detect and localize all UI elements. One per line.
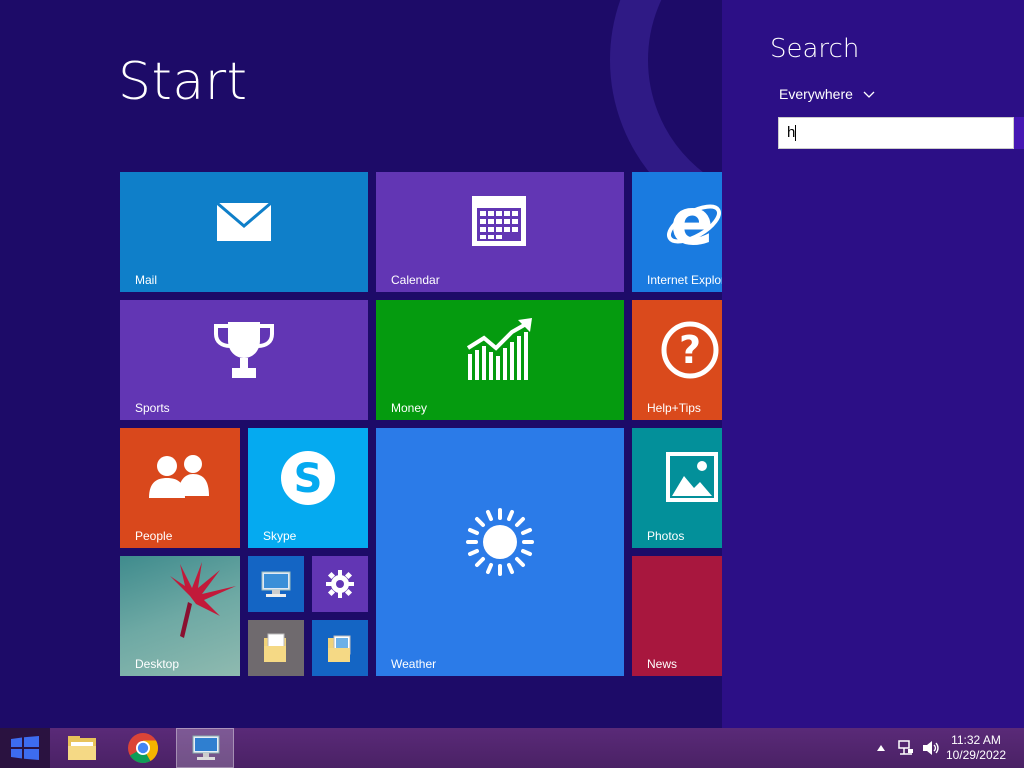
chart-up-icon <box>466 318 532 380</box>
tile-desktop[interactable]: Desktop <box>120 556 240 676</box>
question-icon: ? <box>661 321 719 379</box>
search-title: Search <box>770 34 860 64</box>
tile-label: Photos <box>647 529 685 543</box>
volume-icon[interactable] <box>922 740 940 756</box>
gear-icon <box>326 570 354 598</box>
tile-weather[interactable]: Weather <box>376 428 624 676</box>
chrome-icon <box>128 733 159 764</box>
documents-folder-icon <box>264 633 286 662</box>
tile-skype[interactable]: S Skype <box>248 428 368 548</box>
clock-date: 10/29/2022 <box>945 748 1006 762</box>
mail-icon <box>216 202 272 241</box>
search-scope-dropdown[interactable]: Everywhere <box>779 86 875 102</box>
search-input-value: h <box>787 124 796 141</box>
search-scope-label: Everywhere <box>779 86 853 102</box>
taskbar-remote-desktop[interactable] <box>176 728 234 768</box>
tile-mail[interactable]: Mail <box>120 172 368 292</box>
people-icon <box>149 455 209 498</box>
desktop-wallpaper-flower <box>170 562 236 638</box>
remote-desktop-icon <box>192 735 220 760</box>
start-button[interactable] <box>0 728 50 768</box>
tile-money[interactable]: Money <box>376 300 624 420</box>
trophy-icon <box>214 322 274 378</box>
page-title: Start <box>118 52 248 112</box>
tile-news[interactable]: News <box>632 556 722 676</box>
tile-photos[interactable]: Photos <box>632 428 722 548</box>
svg-text:S: S <box>294 456 323 502</box>
tile-internet-explorer[interactable]: e Internet Explorer <box>632 172 722 292</box>
search-button[interactable] <box>1014 117 1024 149</box>
tile-label: News <box>647 657 678 671</box>
tile-label: Skype <box>263 529 297 543</box>
search-input[interactable]: h <box>778 117 1014 149</box>
tile-help-tips[interactable]: ? Help+Tips <box>632 300 722 420</box>
tile-label: Help+Tips <box>647 401 701 415</box>
skype-icon: S <box>281 451 335 505</box>
tile-people[interactable]: People <box>120 428 240 548</box>
clock[interactable]: 11:32 AM 10/29/2022 <box>946 733 1006 763</box>
calendar-icon <box>472 196 526 246</box>
tile-label: Desktop <box>135 657 180 671</box>
tile-label: Calendar <box>391 273 440 287</box>
network-icon[interactable] <box>898 740 914 756</box>
tile-computer[interactable] <box>248 556 304 612</box>
tile-pictures[interactable] <box>312 620 368 676</box>
windows-logo-icon <box>11 736 39 760</box>
pictures-folder-icon <box>328 635 351 662</box>
tile-control-panel[interactable] <box>312 556 368 612</box>
tile-label: Mail <box>135 273 158 287</box>
photo-icon <box>666 452 718 502</box>
tile-label: Sports <box>135 401 170 415</box>
tile-label: Internet Explorer <box>647 273 722 287</box>
svg-text:?: ? <box>679 328 701 372</box>
chevron-down-icon <box>863 91 875 98</box>
tile-calendar[interactable]: Calendar <box>376 172 624 292</box>
internet-explorer-icon: e <box>667 192 721 252</box>
tile-label: Weather <box>391 657 437 671</box>
text-cursor <box>795 125 797 142</box>
start-screen: Start Mail Calendar e Internet Explorer <box>0 0 722 728</box>
tile-sports[interactable]: Sports <box>120 300 368 420</box>
sun-icon <box>466 508 534 576</box>
taskbar: 11:32 AM 10/29/2022 <box>0 728 1024 768</box>
show-hidden-icons-icon[interactable] <box>877 745 885 751</box>
tile-label: People <box>135 529 173 543</box>
clock-time: 11:32 AM <box>951 733 1001 747</box>
taskbar-chrome[interactable] <box>118 728 168 768</box>
computer-icon <box>261 571 291 597</box>
taskbar-file-explorer[interactable] <box>58 728 106 768</box>
folder-icon <box>68 736 96 760</box>
tile-documents[interactable] <box>248 620 304 676</box>
search-pane: Search Everywhere h <box>722 0 1024 728</box>
tile-label: Money <box>391 401 428 415</box>
